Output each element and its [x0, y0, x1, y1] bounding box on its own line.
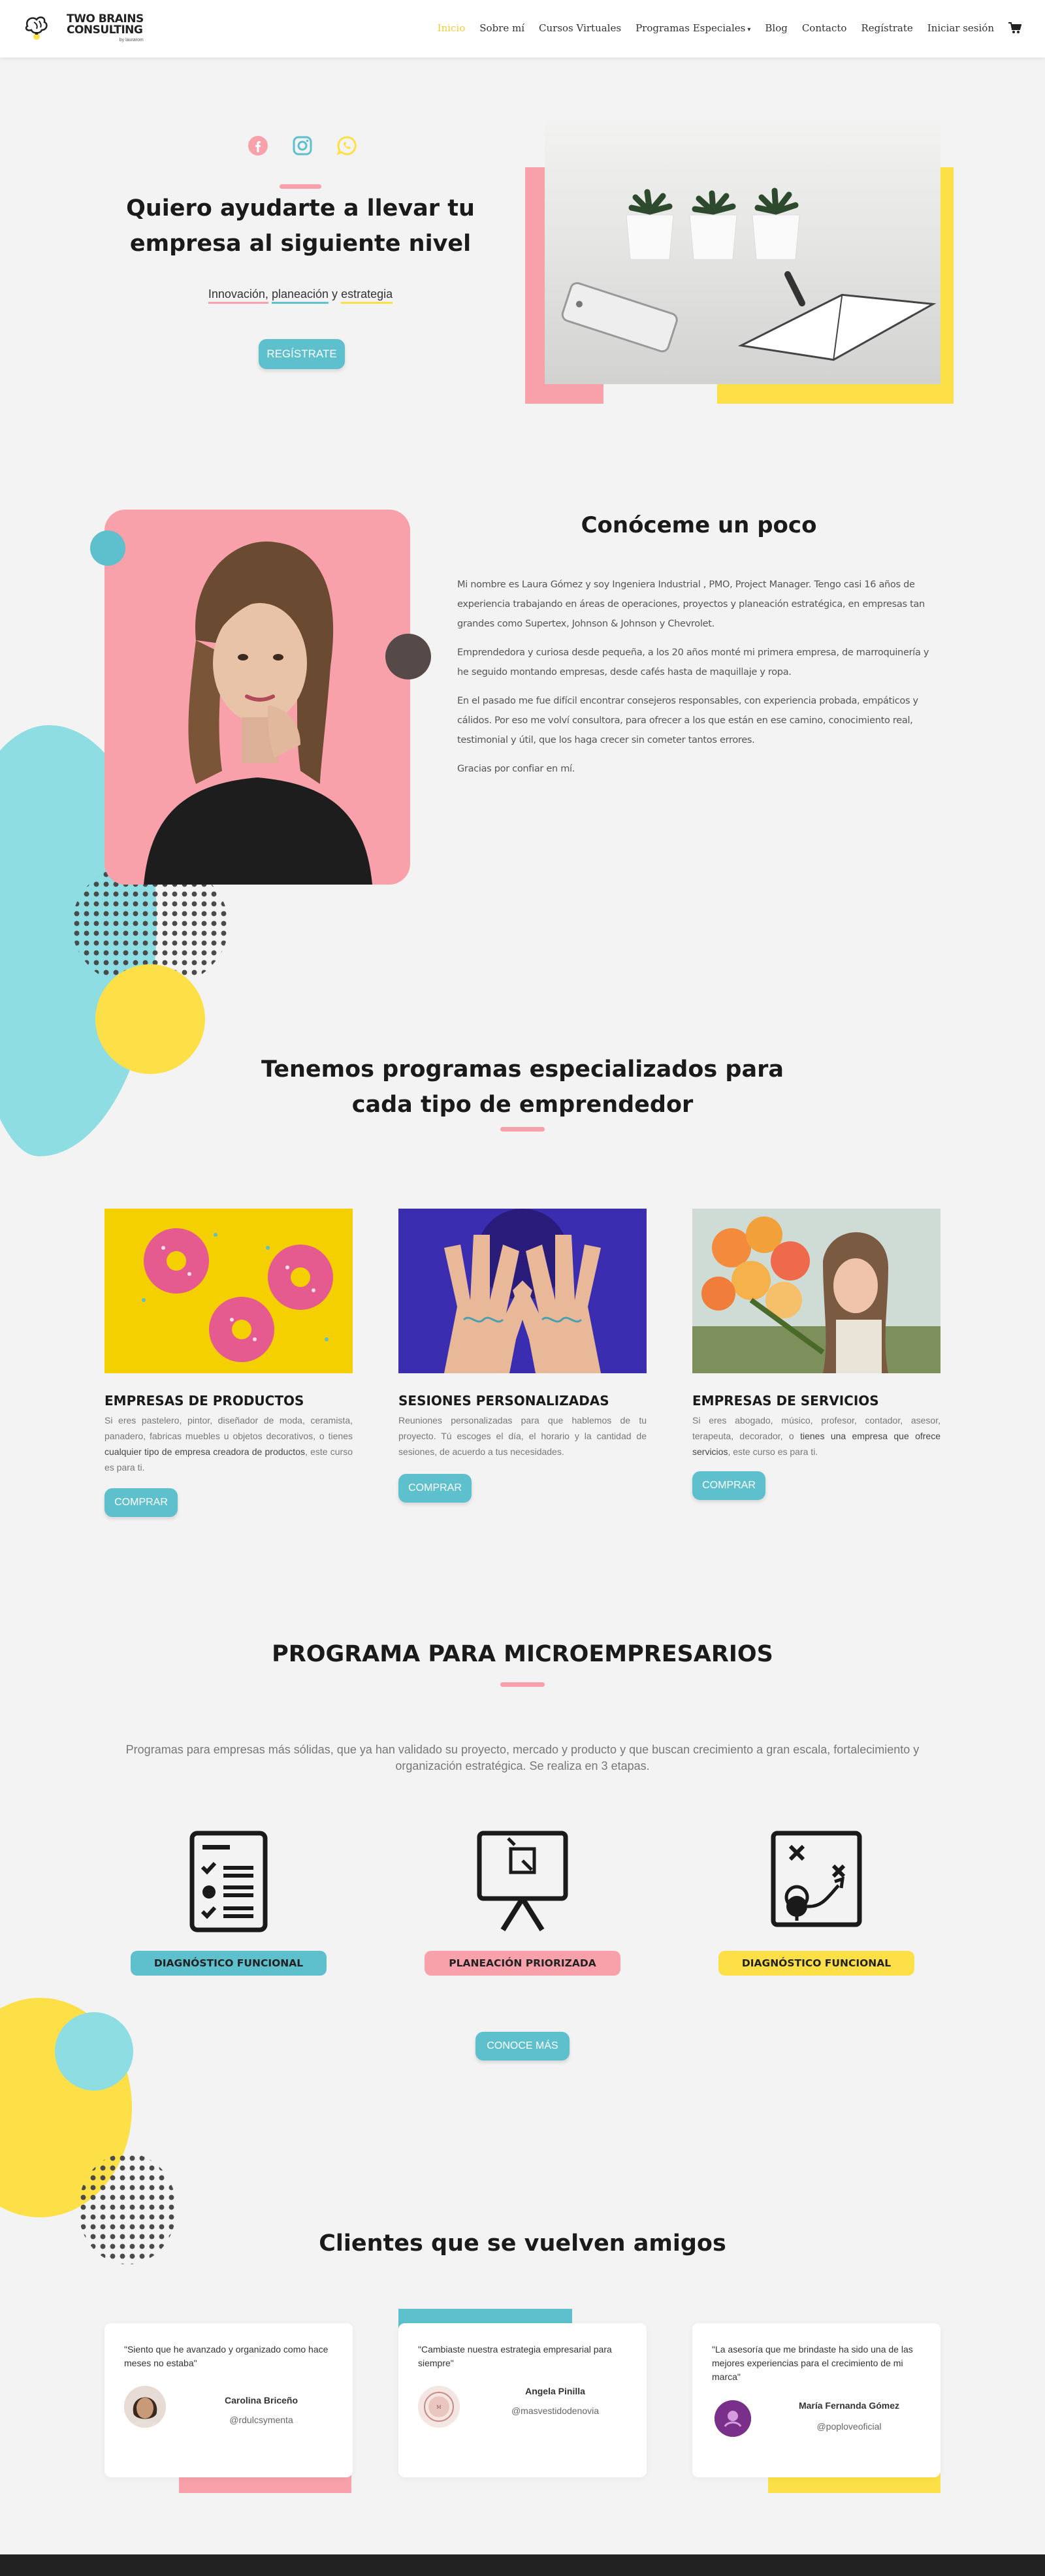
social-icons	[247, 135, 358, 157]
avatar: M	[418, 2386, 460, 2428]
site-header: TWO BRAINS CONSULTING by laurarom Inicio…	[0, 0, 1045, 57]
buy-button[interactable]: COMPRAR	[104, 1488, 178, 1517]
logo[interactable]: TWO BRAINS CONSULTING by laurarom	[22, 13, 144, 43]
about-paragraph: En el pasado me fue difícil encontrar co…	[457, 696, 918, 745]
brain-logo-icon	[25, 16, 48, 40]
testimonial-handle: @poploveoficial	[816, 2421, 882, 2432]
presentation-board-icon	[477, 1831, 568, 1932]
facebook-icon[interactable]	[247, 135, 269, 157]
yellow-circle-decoration	[95, 964, 205, 1074]
teal-circle-decoration	[90, 530, 125, 566]
about-paragraph: Emprendedora y curiosa desde pequeña, a …	[457, 647, 929, 677]
flowers-image	[692, 1209, 940, 1373]
nav-item-registrate[interactable]: Regístrate	[861, 22, 912, 34]
about-title: Conóceme un poco	[581, 512, 817, 538]
about-text: Mi nombre es Laura Gómez y soy Ingeniera…	[457, 575, 940, 788]
strategy-map-icon	[771, 1831, 862, 1927]
chevron-down-icon: ▾	[747, 26, 751, 33]
svg-text:M: M	[436, 2405, 441, 2410]
micro-title: PROGRAMA PARA MICROEMPRESARIOS	[272, 1641, 773, 1667]
cart-icon[interactable]	[1008, 22, 1021, 34]
testimonial-card: "Siento que he avanzado y organizado com…	[104, 2323, 353, 2477]
micro-divider	[500, 1682, 545, 1687]
nav-item-blog[interactable]: Blog	[765, 22, 787, 34]
tag-estrategia: estrategia	[341, 287, 393, 304]
nav-item-sobre-mi[interactable]: Sobre mí	[479, 22, 524, 34]
learn-more-button[interactable]: CONOCE MÁS	[475, 2032, 570, 2061]
stage-pill: DIAGNÓSTICO FUNCIONAL	[718, 1951, 914, 1976]
nav-item-iniciar-sesion[interactable]: Iniciar sesión	[927, 22, 994, 34]
footer	[0, 2554, 1045, 2576]
testimonial-quote: "Cambiaste nuestra estrategia empresaria…	[418, 2344, 612, 2368]
stage-pill: DIAGNÓSTICO FUNCIONAL	[131, 1951, 327, 1976]
hero-divider	[280, 184, 321, 189]
stage-pill: PLANEACIÓN PRIORIZADA	[425, 1951, 620, 1976]
testimonial-quote: "La asesoría que me brindaste ha sido un…	[712, 2344, 913, 2382]
programs-divider	[500, 1127, 545, 1132]
avatar	[124, 2386, 166, 2428]
nav-item-programas-especiales[interactable]: Programas Especiales ▾	[635, 22, 750, 34]
program-desc-text: Si eres pastelero, pintor, diseñador de …	[104, 1415, 353, 1441]
checklist-icon	[189, 1831, 268, 1932]
donuts-image	[104, 1209, 353, 1373]
tag-y: y	[332, 287, 338, 301]
tag-planeacion: planeación	[271, 287, 329, 304]
avatar	[715, 2400, 751, 2437]
testimonial-name: María Fernanda Gómez	[798, 2400, 900, 2411]
about-paragraph: Mi nombre es Laura Gómez y soy Ingeniera…	[457, 579, 925, 629]
program-description: Si eres pastelero, pintor, diseñador de …	[104, 1412, 353, 1475]
program-desc-strong: cualquier tipo de empresa creadora de pr…	[104, 1446, 305, 1457]
programs-title: Tenemos programas especializados para ca…	[261, 1056, 784, 1118]
whatsapp-icon[interactable]	[336, 135, 358, 157]
testimonial-card: "Cambiaste nuestra estrategia empresaria…	[398, 2323, 647, 2477]
program-description: Reuniones personalizadas para que hablem…	[398, 1415, 647, 1457]
program-name: EMPRESAS DE PRODUCTOS	[104, 1393, 304, 1409]
program-description: Si eres abogado, músico, profesor, conta…	[692, 1412, 940, 1459]
logo-subtitle: by laurarom	[119, 38, 144, 42]
main-nav: Inicio Sobre mí Cursos Virtuales Program…	[438, 22, 1021, 34]
nav-item-cursos-virtuales[interactable]: Cursos Virtuales	[539, 22, 621, 34]
dark-circle-decoration	[385, 634, 431, 679]
testimonial-name: Angela Pinilla	[525, 2386, 585, 2396]
hero-title: Quiero ayudarte a llevar tu empresa al s…	[126, 195, 475, 257]
hero-tagline: Innovación, planeación y estrategia	[196, 287, 405, 304]
painted-hands-image	[398, 1209, 647, 1373]
nav-item-contacto[interactable]: Contacto	[802, 22, 847, 34]
profile-photo	[104, 510, 410, 885]
clients-title: Clientes que se vuelven amigos	[319, 2230, 726, 2257]
dotted-pattern-decoration	[78, 2153, 176, 2264]
register-button[interactable]: REGÍSTRATE	[259, 339, 345, 369]
micro-description: Programas para empresas más sólidas, que…	[125, 1743, 920, 1772]
teal-circle-decoration	[55, 2012, 133, 2091]
testimonial-handle: @rdulcsymenta	[229, 2415, 293, 2425]
about-paragraph: Gracias por confiar en mí.	[457, 764, 575, 774]
testimonial-name: Carolina Briceño	[224, 2395, 298, 2405]
program-desc-end: , este curso es para ti.	[728, 1446, 818, 1457]
buy-button[interactable]: COMPRAR	[398, 1474, 472, 1503]
instagram-icon[interactable]	[291, 135, 314, 157]
hero-desk-photo	[545, 120, 940, 384]
testimonial-quote: "Siento que he avanzado y organizado com…	[124, 2344, 329, 2368]
program-name: SESIONES PERSONALIZADAS	[398, 1393, 609, 1409]
tag-innovacion: Innovación,	[208, 287, 268, 304]
program-name: EMPRESAS DE SERVICIOS	[692, 1393, 879, 1409]
buy-button[interactable]: COMPRAR	[692, 1471, 765, 1500]
logo-line-2: CONSULTING	[67, 24, 143, 37]
testimonial-card: "La asesoría que me brindaste ha sido un…	[692, 2323, 940, 2477]
testimonial-handle: @masvestidodenovia	[511, 2405, 600, 2416]
nav-item-inicio[interactable]: Inicio	[438, 22, 466, 34]
nav-item-programas-label: Programas Especiales	[635, 22, 746, 34]
